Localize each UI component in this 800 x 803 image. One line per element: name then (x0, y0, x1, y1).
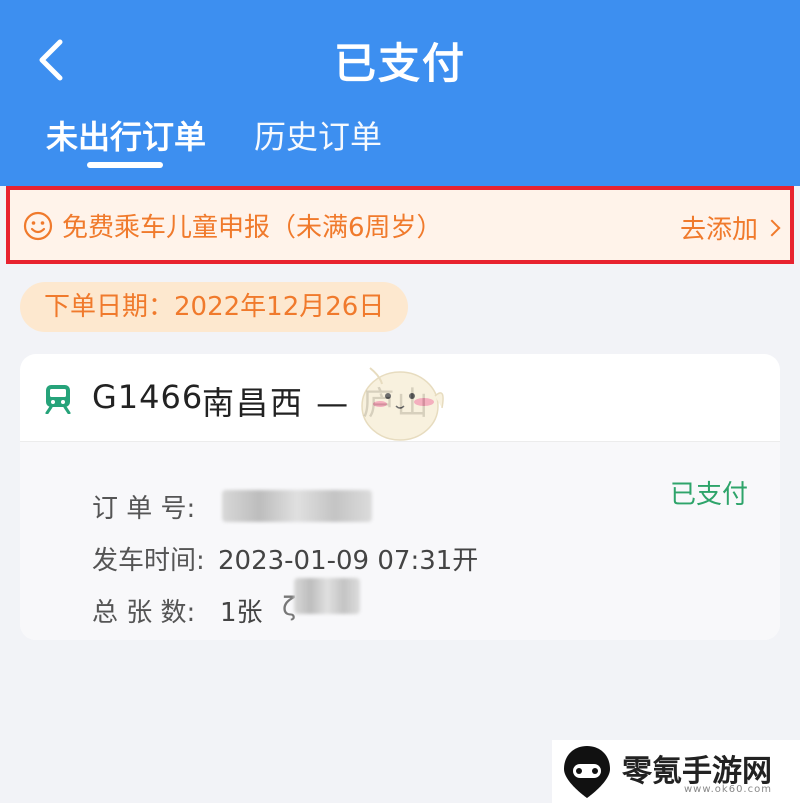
map-pin-logo-icon (564, 746, 610, 798)
order-date-badge: 下单日期：2022年12月26日 (20, 282, 409, 332)
watermark-url: www.ok60.com (684, 784, 772, 795)
header-bar: 已支付 未出行订单 历史订单 (0, 0, 800, 186)
order-status: 已支付 (669, 480, 748, 510)
add-child-label: 去添加 (679, 215, 758, 245)
tab-upcoming-orders[interactable]: 未出行订单 (46, 112, 206, 158)
add-child-link[interactable]: 去添加 (679, 209, 781, 246)
order-number-redacted (222, 490, 372, 522)
ticket-count-label: 总 张 数: (92, 598, 196, 628)
ticket-extra-redacted (294, 578, 360, 614)
departure-time-label: 发车时间: (92, 546, 205, 576)
tab-history-orders[interactable]: 历史订单 (254, 112, 382, 158)
active-tab-indicator (87, 162, 163, 168)
site-watermark: 零氪手游网 www.ok60.com (552, 740, 800, 803)
mascot-sticker (361, 367, 444, 441)
order-card-details: 订 单 号: 发车时间: 2023-01-09 07:31开 总 张 数: 1张… (20, 442, 780, 640)
free-child-declaration-banner[interactable]: 免费乘车儿童申报（未满6周岁） 去添加 (6, 186, 794, 264)
train-icon (45, 385, 71, 414)
banner-text: 免费乘车儿童申报（未满6周岁） (62, 213, 443, 243)
page-title: 已支付 (333, 39, 466, 88)
chevron-right-icon (763, 219, 781, 236)
departure-time-value: 2023-01-09 07:31开 (218, 546, 479, 576)
train-number: G1466 (92, 378, 204, 416)
ticket-count-value: 1张 (220, 598, 263, 628)
order-number-label: 订 单 号: (92, 494, 196, 524)
smile-icon (23, 211, 53, 241)
